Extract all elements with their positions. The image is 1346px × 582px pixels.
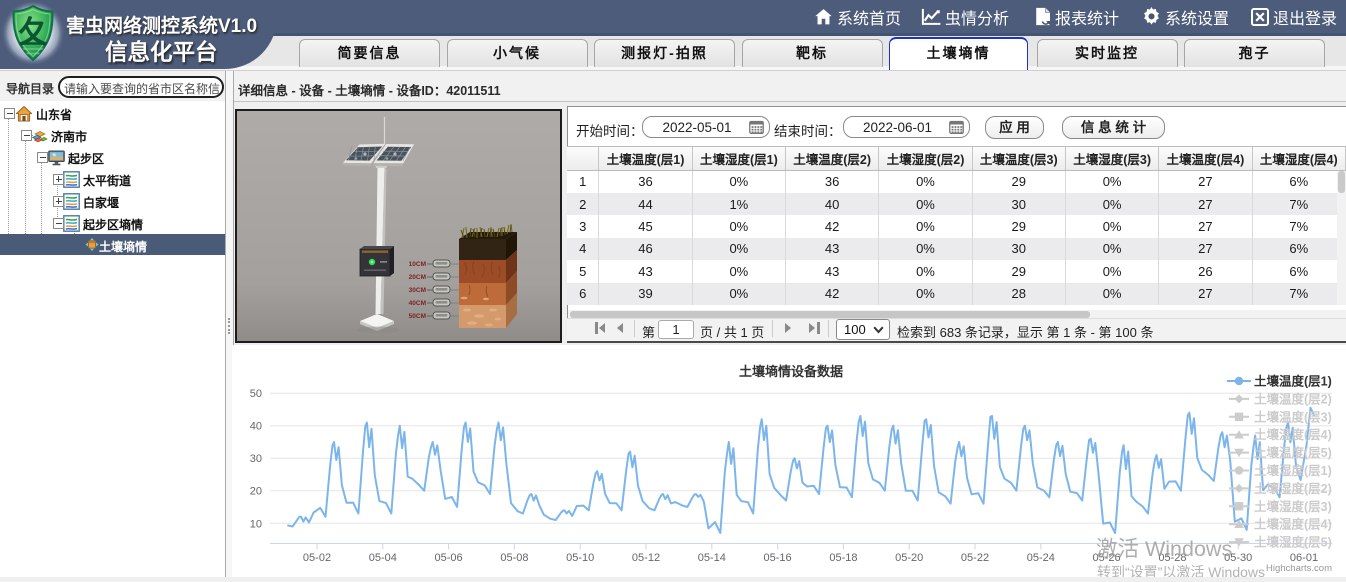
svg-text:05-14: 05-14 [698,552,726,564]
svg-text:30: 30 [250,453,262,465]
svg-text:05-12: 05-12 [632,552,660,564]
svg-text:土壤湿度(层5): 土壤湿度(层5) [1254,535,1332,550]
svg-text:05-10: 05-10 [566,552,594,564]
svg-text:30CM: 30CM [409,287,426,294]
svg-text:05-06: 05-06 [435,552,463,564]
svg-text:土壤湿度(层2): 土壤湿度(层2) [1254,481,1332,496]
svg-text:05-22: 05-22 [961,552,989,564]
svg-text:转到“设置”以激活 Windows: 转到“设置”以激活 Windows [1097,564,1265,577]
svg-text:40CM: 40CM [409,300,426,307]
svg-text:土壤墒情设备数据: 土壤墒情设备数据 [739,364,843,379]
svg-text:10CM: 10CM [409,261,426,268]
svg-text:20: 20 [250,486,262,498]
svg-text:05-16: 05-16 [764,552,792,564]
svg-text:05-04: 05-04 [369,552,397,564]
svg-text:40: 40 [250,421,262,433]
svg-text:土壤温度(层2): 土壤温度(层2) [1254,391,1332,406]
svg-text:土壤温度(层4): 土壤温度(层4) [1254,427,1332,442]
svg-text:10: 10 [250,518,262,530]
svg-text:激活 Windows: 激活 Windows [1096,537,1232,561]
svg-text:05-20: 05-20 [895,552,923,564]
svg-text:土壤温度(层3): 土壤温度(层3) [1254,409,1332,424]
svg-text:土壤湿度(层1): 土壤湿度(层1) [1254,463,1332,478]
svg-text:土壤湿度(层3): 土壤湿度(层3) [1254,499,1332,514]
svg-text:Highcharts.com: Highcharts.com [1266,563,1332,574]
svg-text:05-08: 05-08 [500,552,528,564]
svg-text:土壤温度(层1): 土壤温度(层1) [1254,374,1332,389]
svg-text:05-18: 05-18 [829,552,857,564]
svg-text:50CM: 50CM [409,313,426,320]
svg-text:05-02: 05-02 [303,552,331,564]
svg-text:05-24: 05-24 [1027,552,1055,564]
svg-text:20CM: 20CM [409,274,426,281]
svg-text:50: 50 [250,388,262,400]
svg-text:土壤温度(层5): 土壤温度(层5) [1254,445,1332,460]
svg-text:土壤湿度(层4): 土壤湿度(层4) [1254,517,1332,532]
